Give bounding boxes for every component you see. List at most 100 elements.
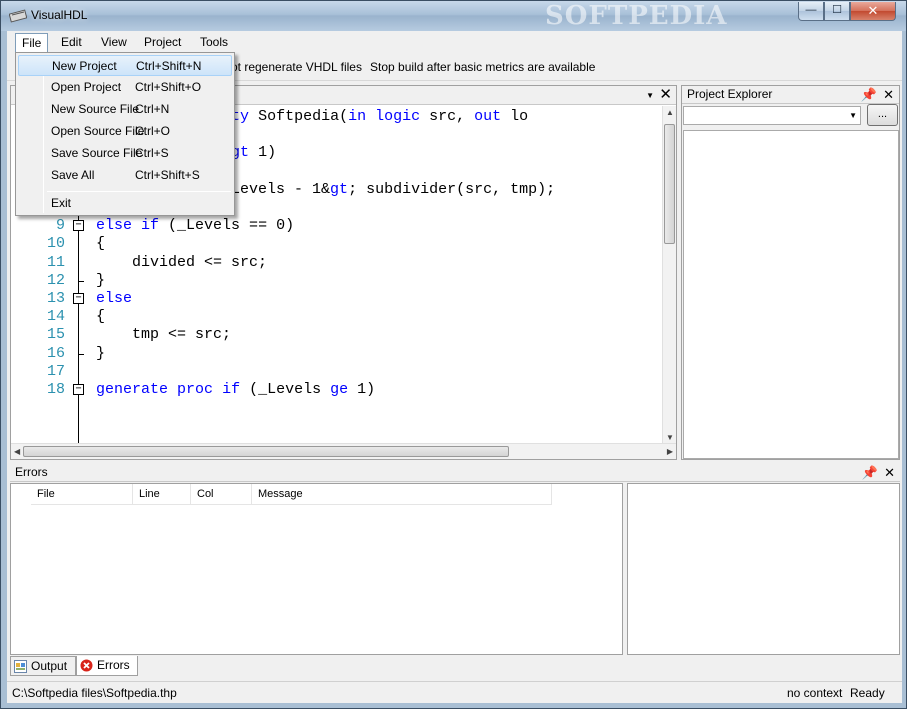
no-regenerate-vhdl-option[interactable]: ot regenerate VHDL files	[231, 60, 362, 74]
tab-errors-label: Errors	[97, 658, 130, 672]
keyword: if	[222, 381, 241, 398]
menu-item[interactable]: New Source File Ctrl+N	[18, 99, 232, 120]
column-header-message[interactable]: Message	[252, 484, 552, 505]
line-number: 18	[46, 381, 65, 398]
menu-item[interactable]: Open Source File Ctrl+O	[18, 121, 232, 142]
code-text: divided <= src;	[96, 253, 268, 271]
keyword: generate	[96, 381, 169, 398]
scroll-right-icon[interactable]: ▶	[667, 447, 673, 456]
pin-icon[interactable]: 📌	[861, 86, 877, 103]
window-title: VisualHDL	[31, 8, 88, 22]
menu-item-shortcut: Ctrl+Shift+N	[136, 59, 202, 73]
file-dropdown-menu: New Project Ctrl+Shift+N Open Project Ctrl+…	[15, 52, 235, 216]
menu-bar: File Edit View Project Tools	[7, 31, 902, 53]
output-icon	[14, 660, 27, 673]
menu-item-shortcut: Ctrl+Shift+O	[135, 80, 202, 94]
code-text: tmp <= src;	[96, 326, 232, 344]
status-file-path: C:\Softpedia files\Softpedia.thp	[12, 686, 177, 700]
menu-item[interactable]: Open Project Ctrl+Shift+O	[18, 77, 232, 98]
editor-close-button[interactable]: ✕	[659, 87, 672, 103]
line-number: 10	[46, 235, 65, 253]
menu-item[interactable]: New Project Ctrl+Shift+N	[18, 55, 232, 76]
app-icon	[9, 9, 27, 23]
keyword: out	[474, 108, 502, 125]
code-text: {	[96, 308, 106, 326]
chevron-down-icon[interactable]: ▼	[849, 111, 857, 120]
tab-output[interactable]: Output	[10, 656, 76, 676]
status-context: no context	[787, 686, 843, 700]
minimize-button[interactable]: —	[798, 2, 824, 21]
pin-icon[interactable]: 📌	[862, 464, 878, 481]
watermark-logo: SOFTPEDIA	[545, 1, 728, 31]
vertical-scroll-thumb[interactable]	[664, 124, 675, 244]
horizontal-scrollbar[interactable]: ◀ ▶	[11, 443, 676, 459]
scroll-left-icon[interactable]: ◀	[14, 447, 20, 456]
line-number: 9	[55, 217, 65, 235]
menu-item-shortcut: Ctrl+S	[135, 146, 169, 160]
horizontal-scroll-thumb[interactable]	[23, 446, 509, 457]
menu-item[interactable]: Save All Ctrl+Shift+S	[18, 165, 232, 186]
project-explorer-header: Project Explorer 📌 ✕	[682, 86, 899, 104]
menu-item-label: New Project	[52, 59, 117, 73]
menu-item-shortcut: Ctrl+Shift+S	[135, 168, 200, 182]
fold-end-tick	[78, 280, 84, 282]
fold-end-tick	[78, 353, 84, 355]
menu-project[interactable]: Project	[138, 33, 187, 52]
errors-list[interactable]: File Line Col Message	[10, 483, 623, 655]
maximize-button[interactable]: ☐	[824, 2, 850, 21]
menu-item-exit-label: Exit	[51, 196, 72, 210]
menu-item-label: Save Source File	[51, 146, 143, 160]
errors-panel-title: Errors	[15, 465, 48, 479]
browse-button[interactable]: ...	[867, 104, 898, 126]
code-text: generate proc if (_Levels ge 1)	[96, 381, 376, 398]
menu-separator	[47, 191, 231, 192]
vertical-scrollbar[interactable]: ▲ ▼	[662, 106, 676, 444]
line-number: 12	[46, 271, 65, 289]
menu-item-shortcut: Ctrl+N	[135, 102, 170, 116]
menu-tools[interactable]: Tools	[194, 33, 234, 52]
keyword: else	[96, 217, 133, 235]
menu-file[interactable]: File	[15, 33, 49, 52]
fold-toggle-icon[interactable]: −	[73, 220, 84, 232]
line-number: 14	[46, 308, 65, 326]
menu-item-label: Open Project	[51, 80, 122, 94]
scroll-down-icon[interactable]: ▼	[666, 433, 674, 442]
chevron-down-icon[interactable]: ▼	[646, 91, 654, 100]
keyword: proc	[177, 381, 214, 398]
menu-item-label: New Source File	[51, 102, 140, 116]
menu-item-label: Save All	[51, 168, 95, 182]
column-header-col[interactable]: Col	[191, 484, 252, 505]
column-header-file[interactable]: File	[31, 484, 133, 505]
app-window: VisualHDL SOFTPEDIA — ☐ ✕ File Edit View…	[0, 0, 907, 709]
fold-toggle-icon[interactable]: −	[73, 293, 84, 304]
menu-item-shortcut: Ctrl+O	[135, 124, 171, 138]
scroll-up-icon[interactable]: ▲	[666, 108, 674, 117]
close-window-button[interactable]: ✕	[850, 2, 896, 21]
keyword: gt	[330, 180, 349, 198]
errors-close-button[interactable]: ✕	[884, 464, 895, 481]
stop-build-option[interactable]: Stop build after basic metrics are avail…	[370, 60, 595, 74]
menu-edit[interactable]: Edit	[55, 33, 88, 52]
menu-item-exit[interactable]: Exit	[18, 193, 232, 214]
code-text: else if (_Levels == 0)	[96, 217, 295, 235]
bottom-tab-strip: Output Errors	[10, 656, 900, 676]
tab-errors[interactable]: Errors	[76, 656, 138, 676]
status-ready: Ready	[850, 686, 885, 700]
error-icon	[80, 659, 93, 672]
project-tree[interactable]	[683, 130, 899, 459]
title-bar[interactable]: VisualHDL SOFTPEDIA — ☐ ✕	[1, 1, 906, 31]
line-number: 17	[46, 362, 65, 380]
code-text: else	[96, 290, 132, 307]
menu-item[interactable]: Save Source File Ctrl+S	[18, 143, 232, 164]
code-text: }	[96, 344, 106, 362]
error-detail-pane	[627, 483, 900, 655]
explorer-close-button[interactable]: ✕	[883, 86, 894, 103]
fold-toggle-icon[interactable]: −	[73, 384, 84, 395]
menu-item-label: Open Source File	[51, 124, 145, 138]
keyword: ge	[330, 381, 349, 398]
code-text: {	[96, 235, 106, 253]
project-select[interactable]: ▼	[683, 106, 861, 125]
menu-view[interactable]: View	[95, 33, 133, 52]
line-number: 15	[46, 326, 65, 344]
column-header-line[interactable]: Line	[133, 484, 191, 505]
